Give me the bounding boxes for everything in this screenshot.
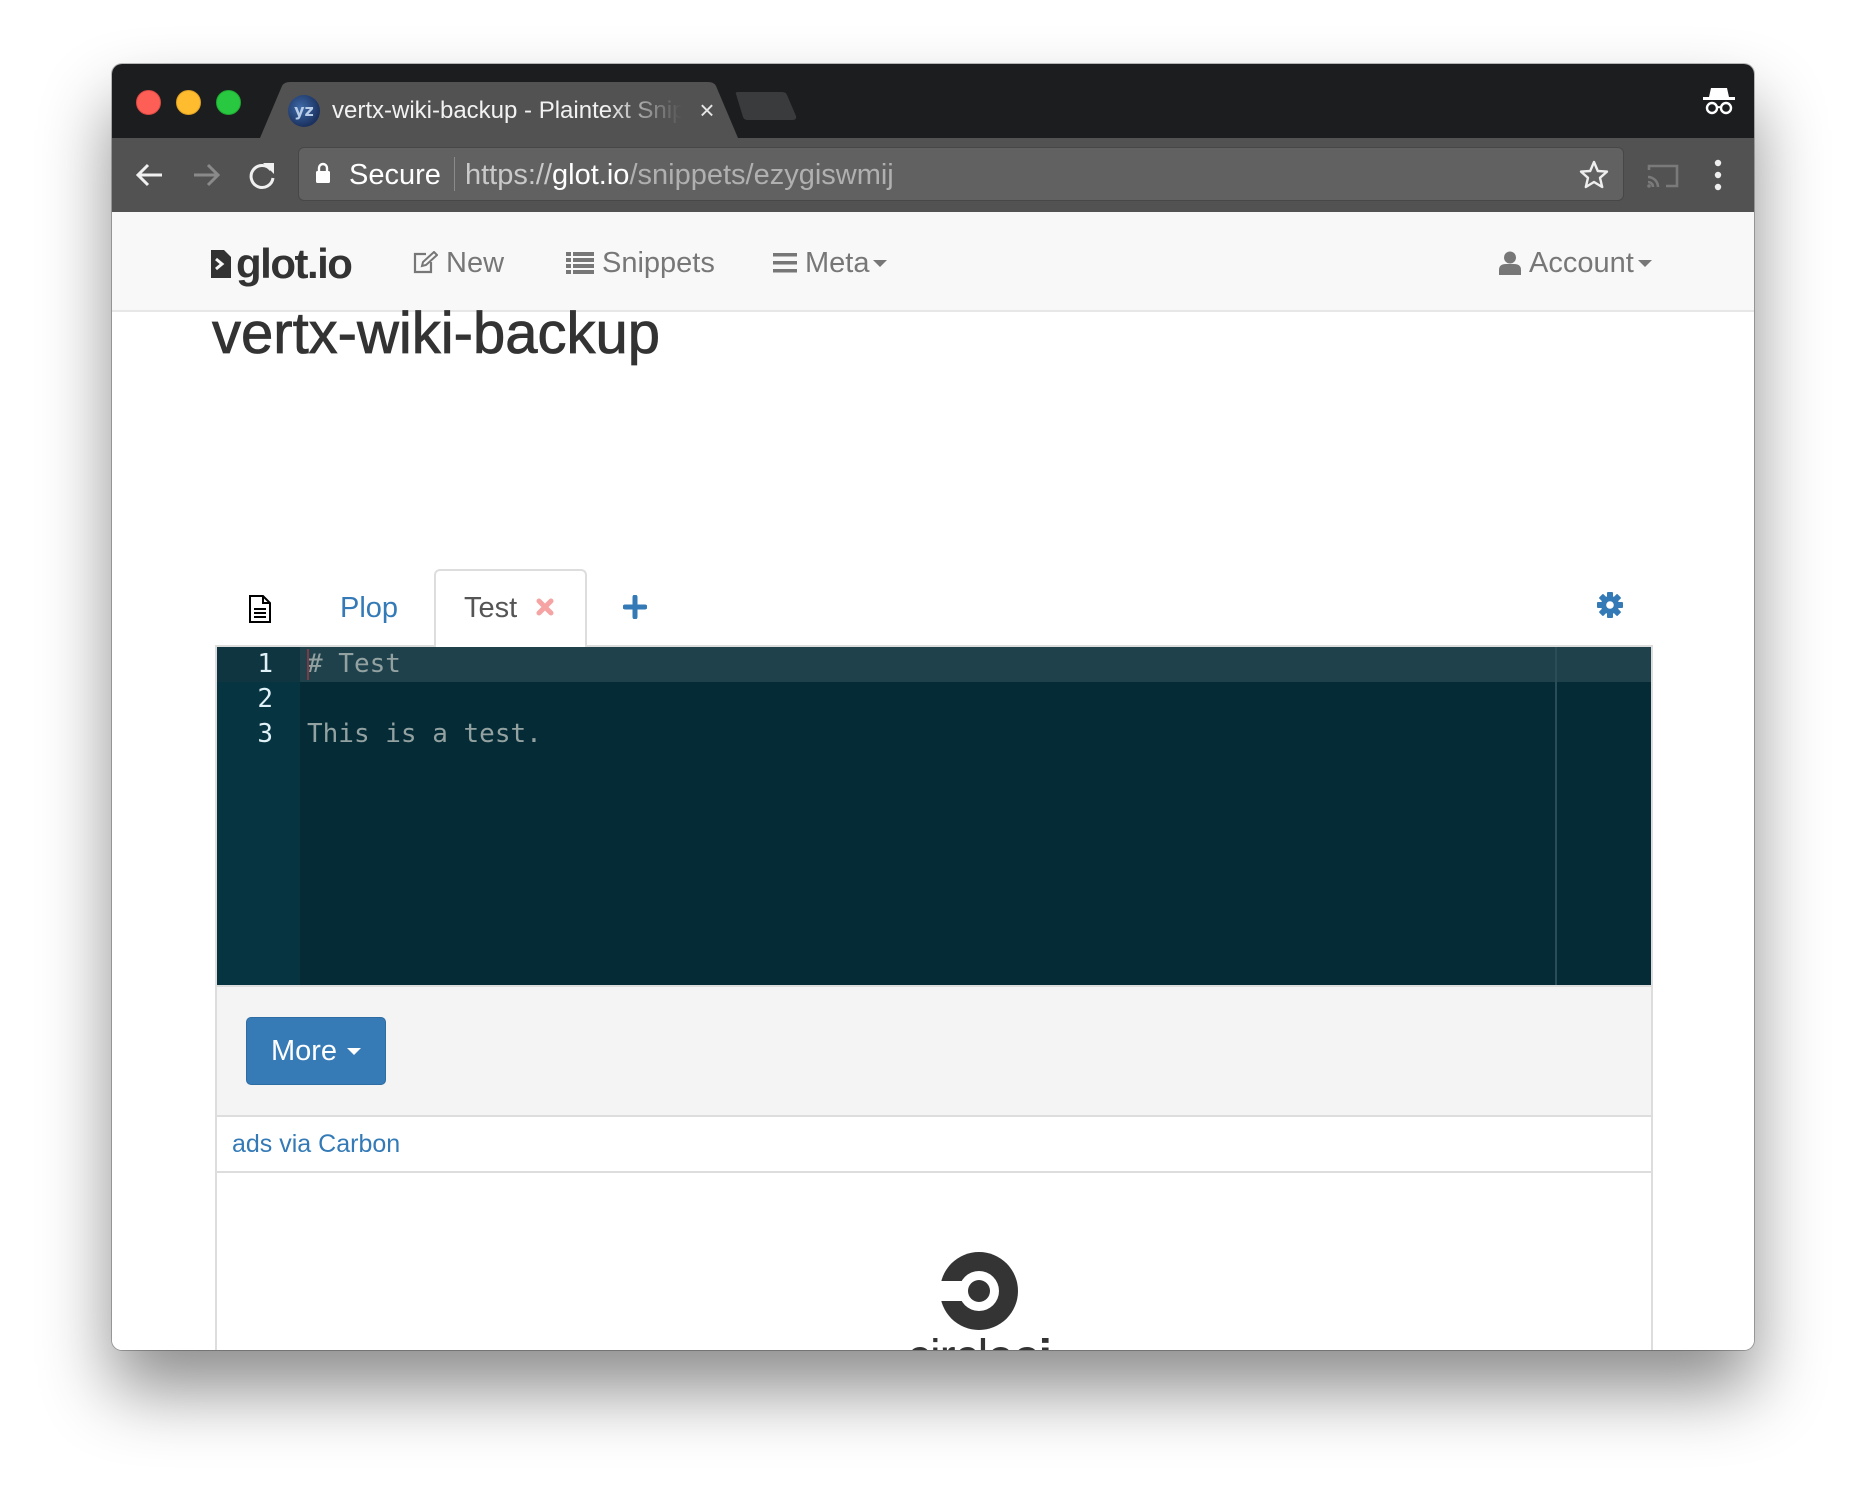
circleci-ad[interactable]: circleci bbox=[899, 1245, 1059, 1350]
actions-bar: More bbox=[217, 985, 1651, 1117]
incognito-icon bbox=[1703, 88, 1735, 115]
chevron-down-icon bbox=[347, 1047, 362, 1055]
minimize-window-button[interactable] bbox=[176, 90, 201, 115]
list-icon bbox=[566, 252, 594, 274]
wordmark-bold: ci bbox=[1013, 1331, 1052, 1351]
line-number: 2 bbox=[257, 684, 273, 714]
nav-account-label: Account bbox=[1529, 246, 1634, 279]
tab-plop[interactable]: Plop bbox=[340, 589, 398, 627]
tab-test[interactable]: Test bbox=[434, 569, 587, 649]
more-dropdown-button[interactable]: More bbox=[246, 1017, 386, 1085]
circleci-logo-icon bbox=[937, 1252, 1018, 1330]
close-tab-icon[interactable] bbox=[536, 593, 554, 623]
browser-toolbar: Secure https://glot.io/snippets/ezygiswm… bbox=[112, 138, 1754, 212]
glot-logo-icon bbox=[211, 250, 231, 278]
page-content: glot.io New Snippets Meta Account vertx-… bbox=[112, 212, 1754, 1350]
nav-account-dropdown[interactable]: Account bbox=[1499, 245, 1652, 281]
address-divider bbox=[454, 157, 455, 191]
tab-title: vertx-wiki-backup - Plaintext Snippet bbox=[332, 97, 682, 124]
back-icon bbox=[135, 163, 162, 187]
more-label: More bbox=[270, 1034, 338, 1067]
favicon-icon: yz bbox=[288, 95, 320, 127]
code-editor[interactable]: 1 2 3 # Test This is a test. bbox=[217, 647, 1651, 985]
browser-window: yz vertx-wiki-backup - Plaintext Snippet… bbox=[112, 64, 1754, 1350]
url-text[interactable]: https://glot.io/snippets/ezygiswmij bbox=[465, 158, 894, 192]
nav-new-label: New bbox=[446, 246, 505, 279]
edit-icon bbox=[413, 251, 438, 274]
code-line: # Test bbox=[307, 649, 401, 679]
close-window-button[interactable] bbox=[136, 90, 161, 115]
cast-icon[interactable] bbox=[1646, 163, 1680, 189]
address-bar[interactable]: Secure https://glot.io/snippets/ezygiswm… bbox=[298, 147, 1624, 201]
nav-meta-label: Meta bbox=[805, 246, 870, 279]
new-tab-button[interactable] bbox=[734, 92, 798, 120]
description-file-icon[interactable] bbox=[248, 595, 272, 623]
file-tabs: Plop Test bbox=[215, 565, 1653, 649]
settings-gear-icon[interactable] bbox=[1597, 592, 1623, 618]
nav-new[interactable]: New bbox=[412, 245, 504, 281]
url-path: /snippets/ezygiswmij bbox=[629, 159, 894, 191]
wordmark-regular: circle bbox=[907, 1331, 1014, 1351]
chevron-down-icon bbox=[1637, 259, 1652, 267]
line-number: 3 bbox=[257, 719, 273, 749]
ads-via-carbon-link[interactable]: ads via Carbon bbox=[232, 1127, 400, 1161]
line-number: 1 bbox=[257, 649, 273, 679]
maximize-window-button[interactable] bbox=[216, 90, 241, 115]
forward-button[interactable] bbox=[190, 160, 222, 190]
active-line-highlight bbox=[217, 647, 1651, 682]
reload-icon bbox=[249, 163, 275, 189]
code-line: This is a test. bbox=[307, 719, 542, 749]
menu-dots-icon[interactable] bbox=[1710, 158, 1726, 192]
tab-test-label: Test bbox=[464, 592, 518, 624]
bookmark-star-icon[interactable] bbox=[1579, 160, 1609, 190]
page-title: vertx-wiki-backup bbox=[212, 301, 661, 366]
nav-snippets-label: Snippets bbox=[602, 246, 715, 279]
secure-label: Secure bbox=[349, 159, 441, 191]
forward-icon bbox=[194, 163, 221, 187]
user-icon bbox=[1499, 251, 1521, 275]
url-host: glot.io bbox=[552, 159, 630, 191]
text-cursor bbox=[307, 649, 309, 680]
menu-icon bbox=[773, 253, 797, 273]
url-scheme: https:// bbox=[465, 159, 553, 191]
tab-strip: yz vertx-wiki-backup - Plaintext Snippet… bbox=[112, 64, 1754, 138]
circleci-wordmark: circleci bbox=[899, 1331, 1059, 1351]
back-button[interactable] bbox=[134, 160, 166, 190]
chevron-down-icon bbox=[873, 259, 888, 267]
close-tab-icon[interactable]: × bbox=[692, 94, 722, 126]
brand-text: glot.io bbox=[236, 240, 353, 287]
site-navbar: glot.io New Snippets Meta Account bbox=[112, 212, 1754, 312]
snippet-panel: 1 2 3 # Test This is a test. More ads vi… bbox=[215, 647, 1653, 1350]
browser-tab[interactable]: yz vertx-wiki-backup - Plaintext Snippet… bbox=[260, 82, 738, 138]
nav-meta-dropdown[interactable]: Meta bbox=[773, 245, 888, 281]
reload-button[interactable] bbox=[246, 160, 278, 190]
lock-icon bbox=[316, 162, 330, 183]
add-file-icon[interactable] bbox=[623, 595, 647, 619]
ads-header: ads via Carbon bbox=[217, 1117, 1651, 1173]
print-margin bbox=[1555, 647, 1557, 985]
nav-snippets[interactable]: Snippets bbox=[566, 245, 715, 281]
brand-logo[interactable]: glot.io bbox=[211, 240, 353, 287]
